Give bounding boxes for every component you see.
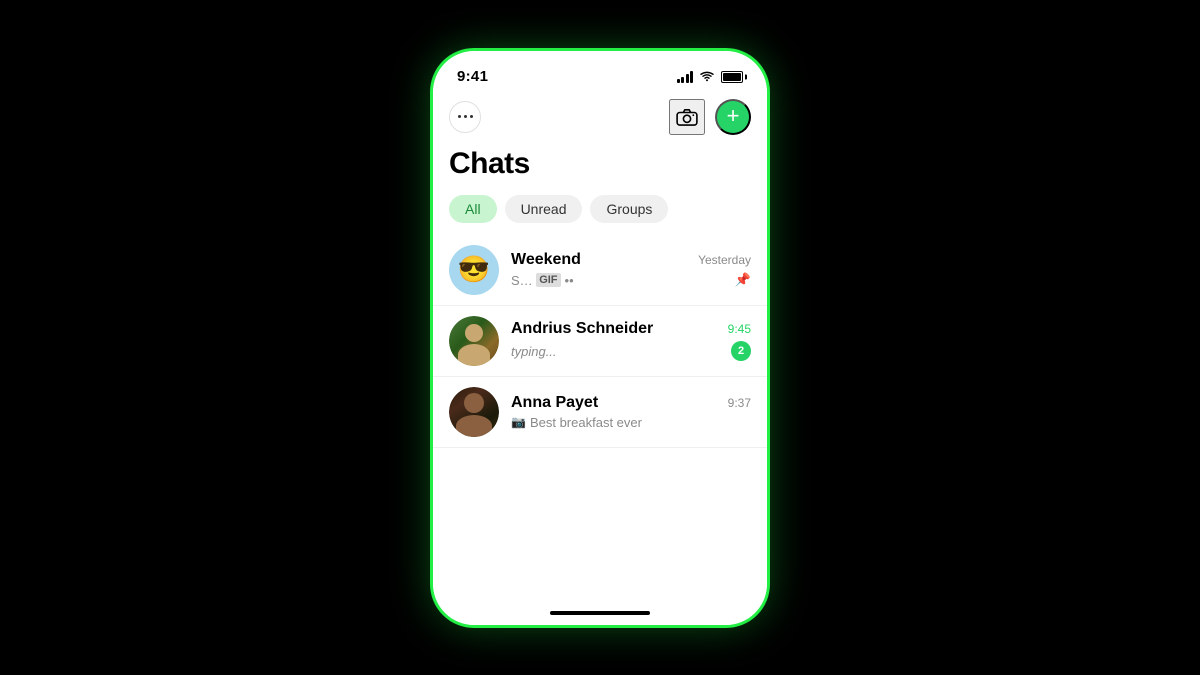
chat-content-andrius: Andrius Schneider 9:45 typing... 2 [511,320,751,361]
camera-button[interactable] [669,99,705,135]
chat-name-anna: Anna Payet [511,394,598,412]
chat-time-anna: 9:37 [728,396,751,410]
filter-all[interactable]: All [449,195,497,223]
camera-icon [676,108,698,126]
dots-icon [458,115,473,118]
chat-item-anna[interactable]: Anna Payet 9:37 📷 Best breakfast ever [433,377,767,448]
chat-time-andrius: 9:45 [728,322,751,336]
camera-small-icon: 📷 [511,415,526,429]
menu-button[interactable] [449,101,481,133]
chat-name-andrius: Andrius Schneider [511,320,653,338]
unread-badge-andrius: 2 [731,341,751,361]
chat-preview-anna: Best breakfast ever [530,415,642,430]
home-indicator [433,605,767,625]
chat-content-anna: Anna Payet 9:37 📷 Best breakfast ever [511,394,751,430]
status-time: 9:41 [457,68,488,85]
filter-unread[interactable]: Unread [505,195,583,223]
avatar-andrius [449,316,499,366]
header-bar: + [433,95,767,143]
phone-frame: 9:41 [430,48,770,628]
header-actions: + [669,99,751,135]
chat-preview-dots-weekend: •• [565,273,586,288]
gif-badge: GIF [536,273,560,287]
chat-time-weekend: Yesterday [698,253,751,267]
plus-icon: + [727,105,740,127]
avatar-image-anna [449,387,499,437]
battery-icon [721,71,743,83]
avatar-image-andrius [449,316,499,366]
filter-chips: All Unread Groups [433,195,767,235]
pin-icon-weekend: 📌 [735,272,751,288]
status-icons [677,71,744,83]
status-bar: 9:41 [433,51,767,95]
signal-icon [677,71,694,83]
chat-preview-sender-weekend: Sofia: [511,273,532,288]
page-title: Chats [433,143,767,195]
chat-name-weekend: Weekend [511,251,581,269]
weekend-emoji: 😎 [458,254,490,285]
home-bar [550,611,650,615]
chat-item-andrius[interactable]: Andrius Schneider 9:45 typing... 2 [433,306,767,377]
new-chat-button[interactable]: + [715,99,751,135]
chat-item-weekend[interactable]: 😎 Weekend Yesterday Sofia: GIF •• [433,235,767,306]
wifi-icon [699,71,715,83]
avatar-weekend: 😎 [449,245,499,295]
chat-list: 😎 Weekend Yesterday Sofia: GIF •• [433,235,767,605]
avatar-anna [449,387,499,437]
chat-preview-andrius: typing... [511,344,557,359]
chat-content-weekend: Weekend Yesterday Sofia: GIF •• 📌 [511,251,751,288]
filter-groups[interactable]: Groups [590,195,668,223]
